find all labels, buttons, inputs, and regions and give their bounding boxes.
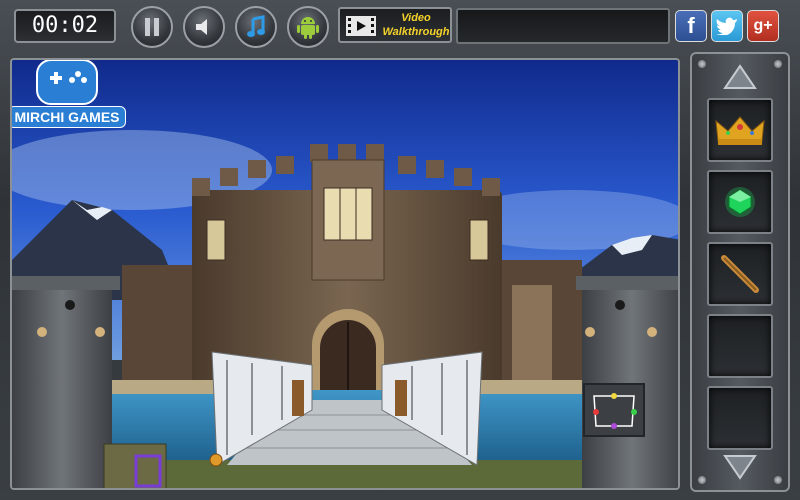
gamepad-icon (36, 60, 98, 105)
android-button[interactable] (287, 6, 329, 48)
inventory-scroll-up-button[interactable] (708, 60, 772, 94)
arrow-down-icon (723, 455, 757, 480)
video-walkthrough-button[interactable]: Video Walkthrough (338, 7, 452, 43)
wooden-stick-icon (721, 255, 759, 293)
arrow-up-icon (723, 64, 757, 89)
speaker-icon (196, 19, 207, 35)
android-icon (297, 17, 319, 39)
timer-display: 00:02 (14, 9, 116, 43)
message-box (456, 8, 670, 44)
left-gate-pillar (12, 282, 112, 488)
logo-text: MIRCHI GAMES (12, 106, 126, 128)
inventory-panel (690, 52, 790, 492)
twitter-button[interactable] (711, 10, 743, 42)
pause-button[interactable] (131, 6, 173, 48)
game-scene: MIRCHI GAMES (10, 58, 680, 490)
pause-icon (145, 18, 159, 36)
inventory-slot-3[interactable] (707, 242, 773, 306)
mirchi-games-logo[interactable]: MIRCHI GAMES (12, 60, 126, 130)
pillar-knob (37, 327, 47, 337)
walkthrough-label-line1: Video (401, 12, 431, 24)
pillar-hole (65, 300, 75, 310)
game-window: 00:02 Video Walkthrough f g+ MIRCHI GAME… (0, 0, 800, 500)
facebook-button[interactable]: f (675, 10, 707, 42)
screw-icon (774, 60, 782, 68)
tiki-statue-left (292, 380, 304, 416)
film-icon (346, 16, 376, 36)
crown-icon (715, 116, 765, 145)
inventory-scroll-down-button[interactable] (708, 450, 772, 484)
top-toolbar: 00:02 Video Walkthrough f g+ (0, 0, 800, 52)
googleplus-button[interactable]: g+ (747, 10, 779, 42)
twitter-bird-icon (716, 17, 737, 35)
music-button[interactable] (235, 6, 277, 48)
tiki-statue-right (395, 380, 407, 416)
inventory-slot-1[interactable] (707, 98, 773, 162)
green-gem-icon (725, 187, 755, 217)
inventory-slot-2[interactable] (707, 170, 773, 234)
screw-icon (698, 476, 706, 484)
music-note-icon (247, 15, 265, 37)
inventory-slot-5[interactable] (707, 386, 773, 450)
screw-icon (698, 60, 706, 68)
small-coin (209, 453, 223, 467)
sound-button[interactable] (183, 6, 225, 48)
inventory-slot-4[interactable] (707, 314, 773, 378)
walkthrough-label-line2: Walkthrough (382, 26, 450, 38)
screw-icon (774, 476, 782, 484)
